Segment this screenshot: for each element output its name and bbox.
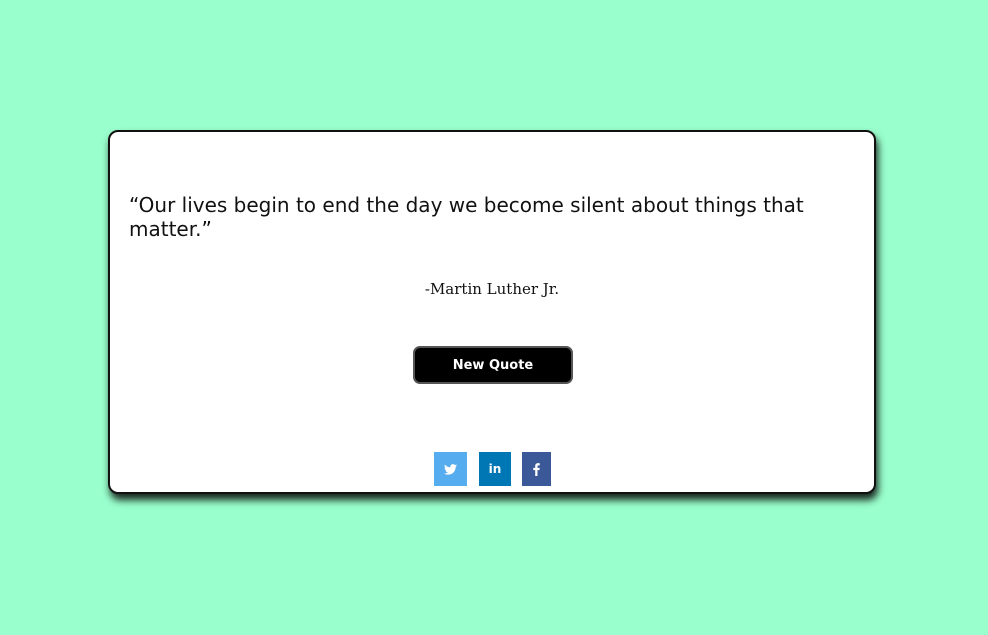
facebook-share-button[interactable] [522,452,551,486]
twitter-icon [444,463,457,475]
new-quote-button[interactable]: New Quote [413,346,573,384]
quote-author: -Martin Luther Jr. [424,280,560,298]
facebook-icon [533,462,540,476]
quote-text: “Our lives begin to end the day we becom… [129,193,804,241]
twitter-share-button[interactable] [434,452,467,486]
share-bar: in [110,452,874,486]
linkedin-icon: in [488,462,502,476]
quote-card: “Our lives begin to end the day we becom… [108,130,876,494]
linkedin-share-button[interactable]: in [479,452,511,486]
